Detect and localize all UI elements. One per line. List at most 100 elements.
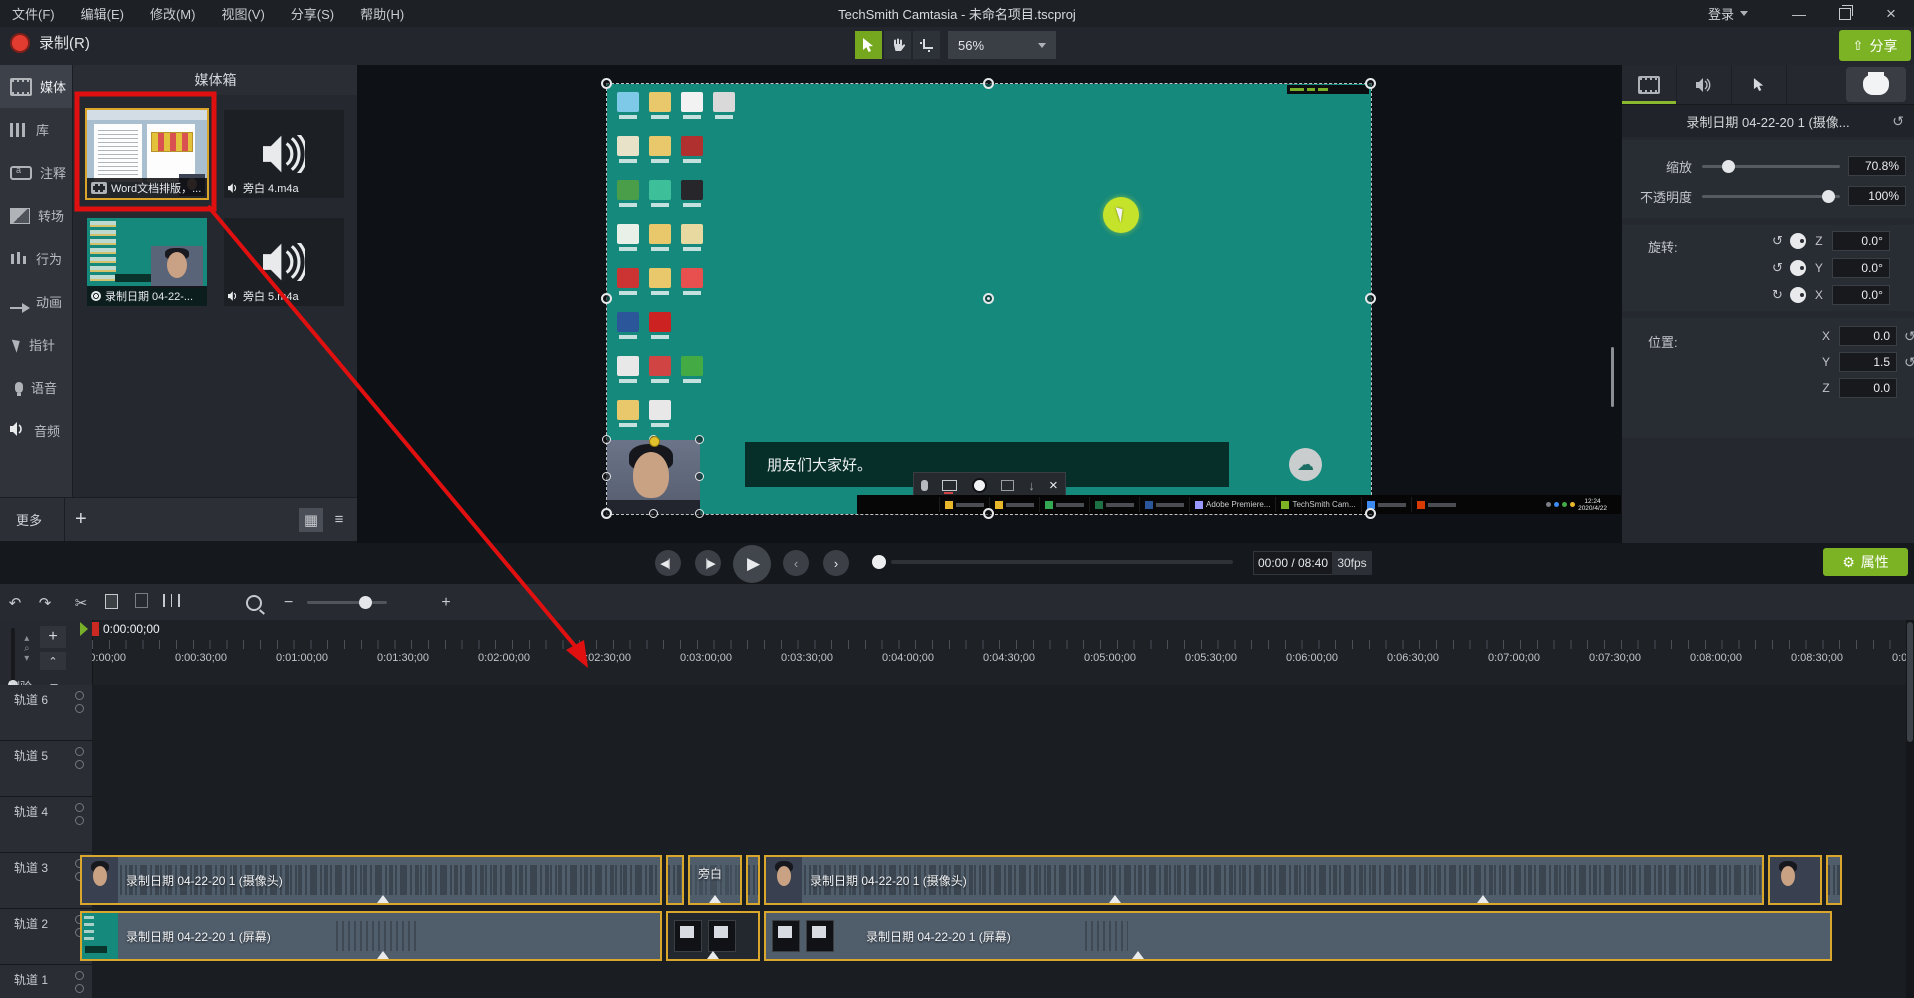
reset-all-icon[interactable]: ↺	[1892, 113, 1904, 130]
rotation-value[interactable]: 0.0°	[1831, 258, 1890, 278]
taskbar-app-button[interactable]	[1410, 497, 1461, 512]
scrubber-track[interactable]	[891, 560, 1233, 564]
cut-button[interactable]: ✂	[66, 594, 96, 612]
track-header[interactable]: 轨道 4	[0, 797, 92, 853]
sidebar-item-film[interactable]: 媒体	[0, 65, 72, 108]
next-clip-button[interactable]: ›	[823, 550, 849, 576]
media-bin-item[interactable]: 旁白 5.m4a	[224, 218, 344, 306]
rotation-dial[interactable]	[1789, 287, 1806, 303]
display-icon[interactable]	[942, 480, 958, 494]
visibility-icon[interactable]	[75, 984, 84, 993]
restore-button[interactable]	[1822, 0, 1868, 27]
menu-item[interactable]: 修改(M)	[150, 4, 196, 23]
pan-tool-button[interactable]	[884, 31, 911, 59]
sidebar-item-mic[interactable]: 语音	[0, 366, 72, 409]
track-header[interactable]: 轨道 2	[0, 909, 92, 965]
timeline-clip[interactable]: 录制日期 04-22-20 1 (屏幕)	[764, 911, 1832, 961]
scale-value[interactable]: 70.8%	[1848, 156, 1906, 176]
timeline-clip[interactable]	[1826, 855, 1842, 905]
webcam-rotate-handle[interactable]	[649, 436, 660, 447]
rotate-icon[interactable]: ↺	[1772, 260, 1783, 276]
menu-item[interactable]: 编辑(E)	[81, 4, 124, 23]
close-button[interactable]: ×	[1868, 0, 1914, 27]
lock-icon[interactable]	[75, 747, 84, 756]
webcam-resize-handle[interactable]	[695, 435, 704, 444]
track-lane[interactable]	[92, 741, 1906, 798]
split-button[interactable]	[156, 594, 186, 611]
track-header[interactable]: 轨道 6	[0, 685, 92, 741]
canvas-resize-handle[interactable]	[601, 78, 612, 89]
visibility-icon[interactable]	[75, 760, 84, 769]
play-button[interactable]: ▶	[733, 545, 771, 583]
lock-icon[interactable]	[75, 691, 84, 700]
taskbar-app-button[interactable]	[1039, 497, 1089, 512]
share-button[interactable]: ⇧ 分享	[1839, 30, 1911, 61]
canvas-resize-handle[interactable]	[983, 78, 994, 89]
undo-button[interactable]: ↶	[0, 594, 30, 612]
canvas-resize-handle[interactable]	[1365, 78, 1376, 89]
menu-item[interactable]: 分享(S)	[291, 4, 334, 23]
timeline-clip[interactable]: 录制日期 04-22-20 1 (摄像头)	[764, 855, 1764, 905]
rotate-icon[interactable]: ↺	[1772, 233, 1783, 249]
timeline-ruler[interactable]: 0:00:00;00 0:00:30;00 0:01:00;00 0:01:30;00…	[92, 640, 1906, 676]
media-bin-item[interactable]: 录制日期 04-22-...	[87, 218, 207, 306]
stage-scrollbar[interactable]	[1611, 347, 1614, 407]
track-lane[interactable]: 录制日期 04-22-20 1 (屏幕) 录制日期 04-22-20 1 (屏幕)	[80, 909, 1906, 966]
visibility-icon[interactable]	[75, 816, 84, 825]
position-value[interactable]: 1.5	[1839, 352, 1897, 372]
tab-cursor-properties[interactable]	[1732, 65, 1787, 104]
menu-item[interactable]: 文件(F)	[12, 4, 55, 23]
taskbar-app-button[interactable]	[939, 497, 989, 512]
zoom-in-button[interactable]: +	[441, 594, 450, 612]
more-button[interactable]: 更多	[16, 510, 42, 529]
media-bin-item[interactable]: Word文档排版，...	[85, 108, 209, 200]
redo-button[interactable]: ↷	[30, 594, 60, 612]
playhead-in-marker[interactable]	[80, 622, 88, 636]
track-header[interactable]: 轨道 1	[0, 965, 92, 998]
timeline-zoom-knob[interactable]	[359, 596, 373, 609]
rotation-dial[interactable]	[1789, 233, 1806, 249]
visibility-icon[interactable]	[75, 704, 84, 713]
taskbar-app-button[interactable]: Adobe Premiere...	[1189, 497, 1275, 512]
taskbar-app-button[interactable]	[989, 497, 1039, 512]
canvas-preview[interactable]: 朋友们大家好。 ↓ × Adobe Premiere... TechSmith C…	[601, 78, 1621, 519]
sidebar-item-speaker[interactable]: 音频	[0, 409, 72, 452]
rotation-dial[interactable]	[1789, 260, 1806, 276]
taskbar-app-button[interactable]	[1139, 497, 1189, 512]
webcam-preview[interactable]	[607, 440, 700, 514]
timeline-clip[interactable]	[746, 855, 760, 905]
track-lane[interactable]	[92, 965, 1906, 998]
crop-tool-button[interactable]	[913, 31, 940, 59]
timeline-clip[interactable]: 录制日期 04-22-20 1 (摄像头)	[80, 855, 662, 905]
menu-item[interactable]: 视图(V)	[221, 4, 264, 23]
select-tool-button[interactable]	[855, 31, 882, 59]
webcam-resize-handle[interactable]	[695, 472, 704, 481]
position-value[interactable]: 0.0	[1839, 378, 1897, 398]
track-header[interactable]: 轨道 3	[0, 853, 92, 909]
track-lane[interactable]	[92, 685, 1906, 742]
zoom-out-button[interactable]: −	[284, 594, 293, 612]
collapse-tracks-button[interactable]: ⌃	[40, 652, 66, 670]
previous-clip-button[interactable]: ‹	[783, 550, 809, 576]
lock-icon[interactable]	[75, 971, 84, 980]
sidebar-item-books[interactable]: 库	[0, 108, 72, 151]
track-header[interactable]: 轨道 5	[0, 741, 92, 797]
sidebar-item-anim[interactable]: 动画	[0, 280, 72, 323]
properties-button[interactable]: ⚙ 属性	[1823, 548, 1908, 576]
canvas-resize-handle[interactable]	[601, 293, 612, 304]
timeline-clip[interactable]	[1768, 855, 1822, 905]
add-media-button[interactable]: +	[75, 508, 87, 531]
sidebar-item-behav[interactable]: 行为	[0, 237, 72, 280]
menu-item[interactable]: 帮助(H)	[360, 4, 404, 23]
grid-view-button[interactable]: ▦	[299, 507, 323, 532]
reset-icon[interactable]: ↺	[1904, 354, 1914, 371]
reset-icon[interactable]: ↺	[1904, 328, 1914, 345]
canvas-resize-handle[interactable]	[983, 508, 994, 519]
opacity-value[interactable]: 100%	[1848, 186, 1906, 206]
playhead-marker[interactable]	[92, 622, 99, 636]
sidebar-item-trans[interactable]: 转场	[0, 194, 72, 237]
timeline-clip[interactable]: 录制日期 04-22-20 1 (屏幕)	[80, 911, 662, 961]
scale-slider[interactable]	[1702, 159, 1840, 173]
record-dot-icon[interactable]	[971, 478, 987, 493]
record-button[interactable]: 录制(R)	[10, 32, 90, 53]
